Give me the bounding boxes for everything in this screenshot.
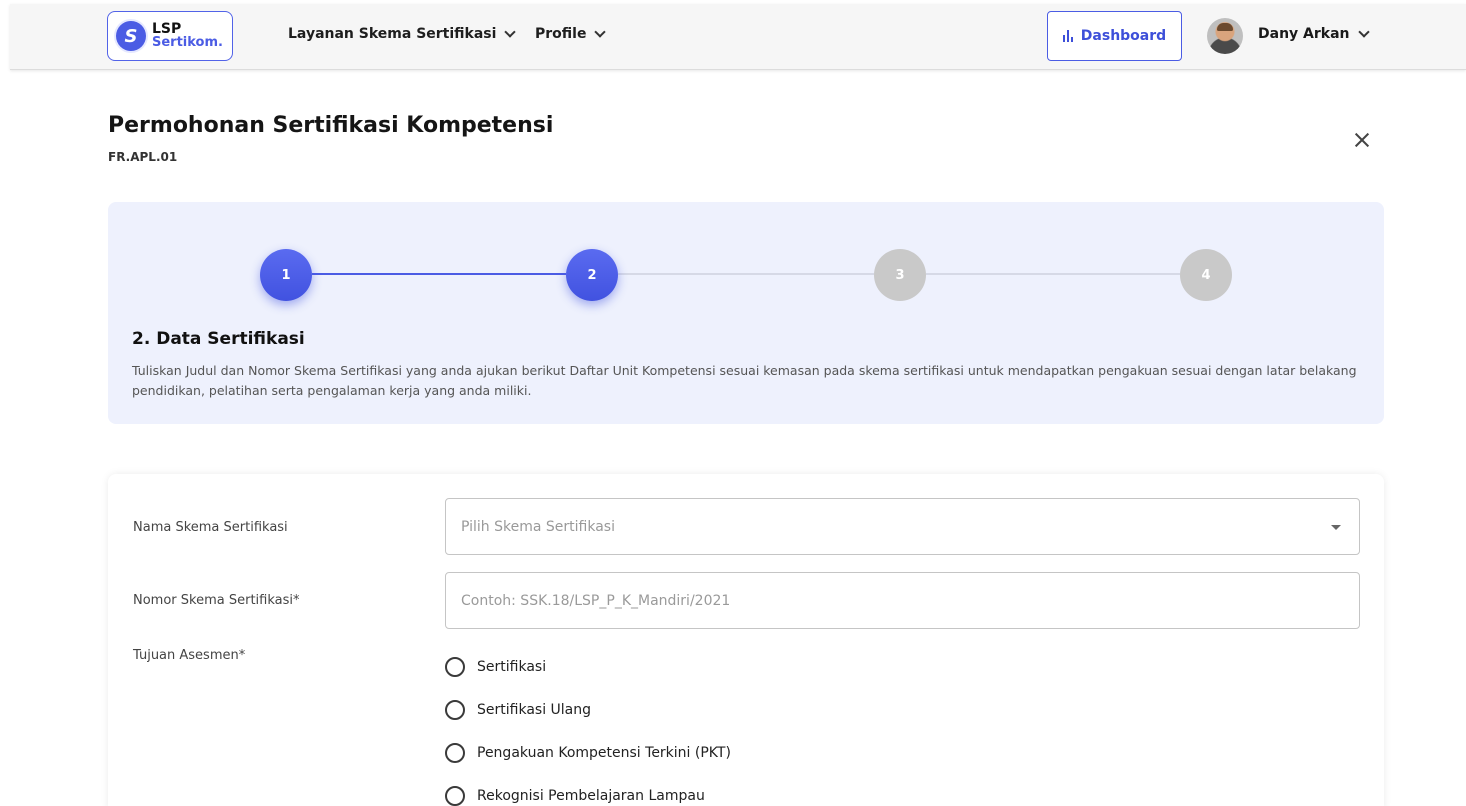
chevron-down-icon (594, 26, 607, 38)
user-name: Dany Arkan (1258, 26, 1350, 42)
radio-option-pkt[interactable]: Pengakuan Kompetensi Terkini (PKT) (445, 743, 731, 763)
nav-menu-profile-label: Profile (535, 26, 587, 42)
step-connector-1 (312, 273, 566, 275)
page-title: Permohonan Sertifikasi Kompetensi (108, 113, 554, 138)
radio-option-sertifikasi[interactable]: Sertifikasi (445, 657, 546, 677)
radio-option-rpl[interactable]: Rekognisi Pembelajaran Lampau (445, 786, 705, 806)
step-connector-3 (926, 273, 1180, 275)
step-3[interactable]: 3 (874, 249, 926, 301)
nav-menu-profile[interactable]: Profile (535, 26, 607, 42)
step-2[interactable]: 2 (566, 249, 618, 301)
step-connector-2 (618, 273, 874, 275)
user-menu[interactable]: Dany Arkan (1258, 26, 1370, 42)
avatar[interactable] (1207, 18, 1243, 54)
top-navbar: S LSP Sertikom. Layanan Skema Sertifikas… (10, 4, 1466, 70)
skema-select[interactable]: Pilih Skema Sertifikasi (445, 498, 1360, 555)
radio-label: Pengakuan Kompetensi Terkini (PKT) (477, 745, 731, 761)
step-4[interactable]: 4 (1180, 249, 1232, 301)
nav-menu-layanan[interactable]: Layanan Skema Sertifikasi (288, 26, 517, 42)
tujuan-label: Tujuan Asesmen* (133, 648, 246, 663)
logo[interactable]: S LSP Sertikom. (107, 11, 233, 61)
step-heading: 2. Data Sertifikasi (132, 329, 305, 349)
nomor-input[interactable] (445, 572, 1360, 629)
dashboard-button-label: Dashboard (1080, 28, 1167, 44)
radio-circle[interactable] (445, 786, 465, 806)
form-card: Nama Skema Sertifikasi Pilih Skema Serti… (108, 474, 1384, 806)
radio-option-sertifikasi-ulang[interactable]: Sertifikasi Ulang (445, 700, 591, 720)
radio-label: Sertifikasi (477, 659, 547, 675)
skema-label: Nama Skema Sertifikasi (133, 520, 288, 535)
page-subtitle: FR.APL.01 (108, 150, 178, 164)
stepper-card: 1 2 3 4 2. Data Sertifikasi Tuliskan Jud… (108, 202, 1384, 424)
step-1[interactable]: 1 (260, 249, 312, 301)
logo-line2: Sertikom. (152, 35, 223, 50)
radio-circle[interactable] (445, 743, 465, 763)
nav-menu-layanan-label: Layanan Skema Sertifikasi (288, 26, 497, 42)
caret-down-icon (1331, 525, 1341, 530)
logo-line1: LSP (152, 21, 182, 37)
skema-select-placeholder: Pilih Skema Sertifikasi (461, 518, 615, 535)
radio-label: Sertifikasi Ulang (477, 702, 592, 718)
chevron-down-icon (1357, 26, 1370, 38)
logo-badge-icon: S (116, 21, 146, 51)
logo-text: LSP Sertikom. (152, 22, 223, 50)
dashboard-button[interactable]: Dashboard (1047, 11, 1182, 61)
close-icon[interactable] (1352, 130, 1372, 150)
radio-circle[interactable] (445, 700, 465, 720)
chevron-down-icon (504, 26, 517, 38)
radio-circle[interactable] (445, 657, 465, 677)
nomor-label: Nomor Skema Sertifikasi* (133, 593, 300, 608)
step-description: Tuliskan Judul dan Nomor Skema Sertifika… (132, 363, 1357, 398)
bar-chart-icon (1062, 30, 1073, 42)
radio-label: Rekognisi Pembelajaran Lampau (477, 788, 705, 804)
